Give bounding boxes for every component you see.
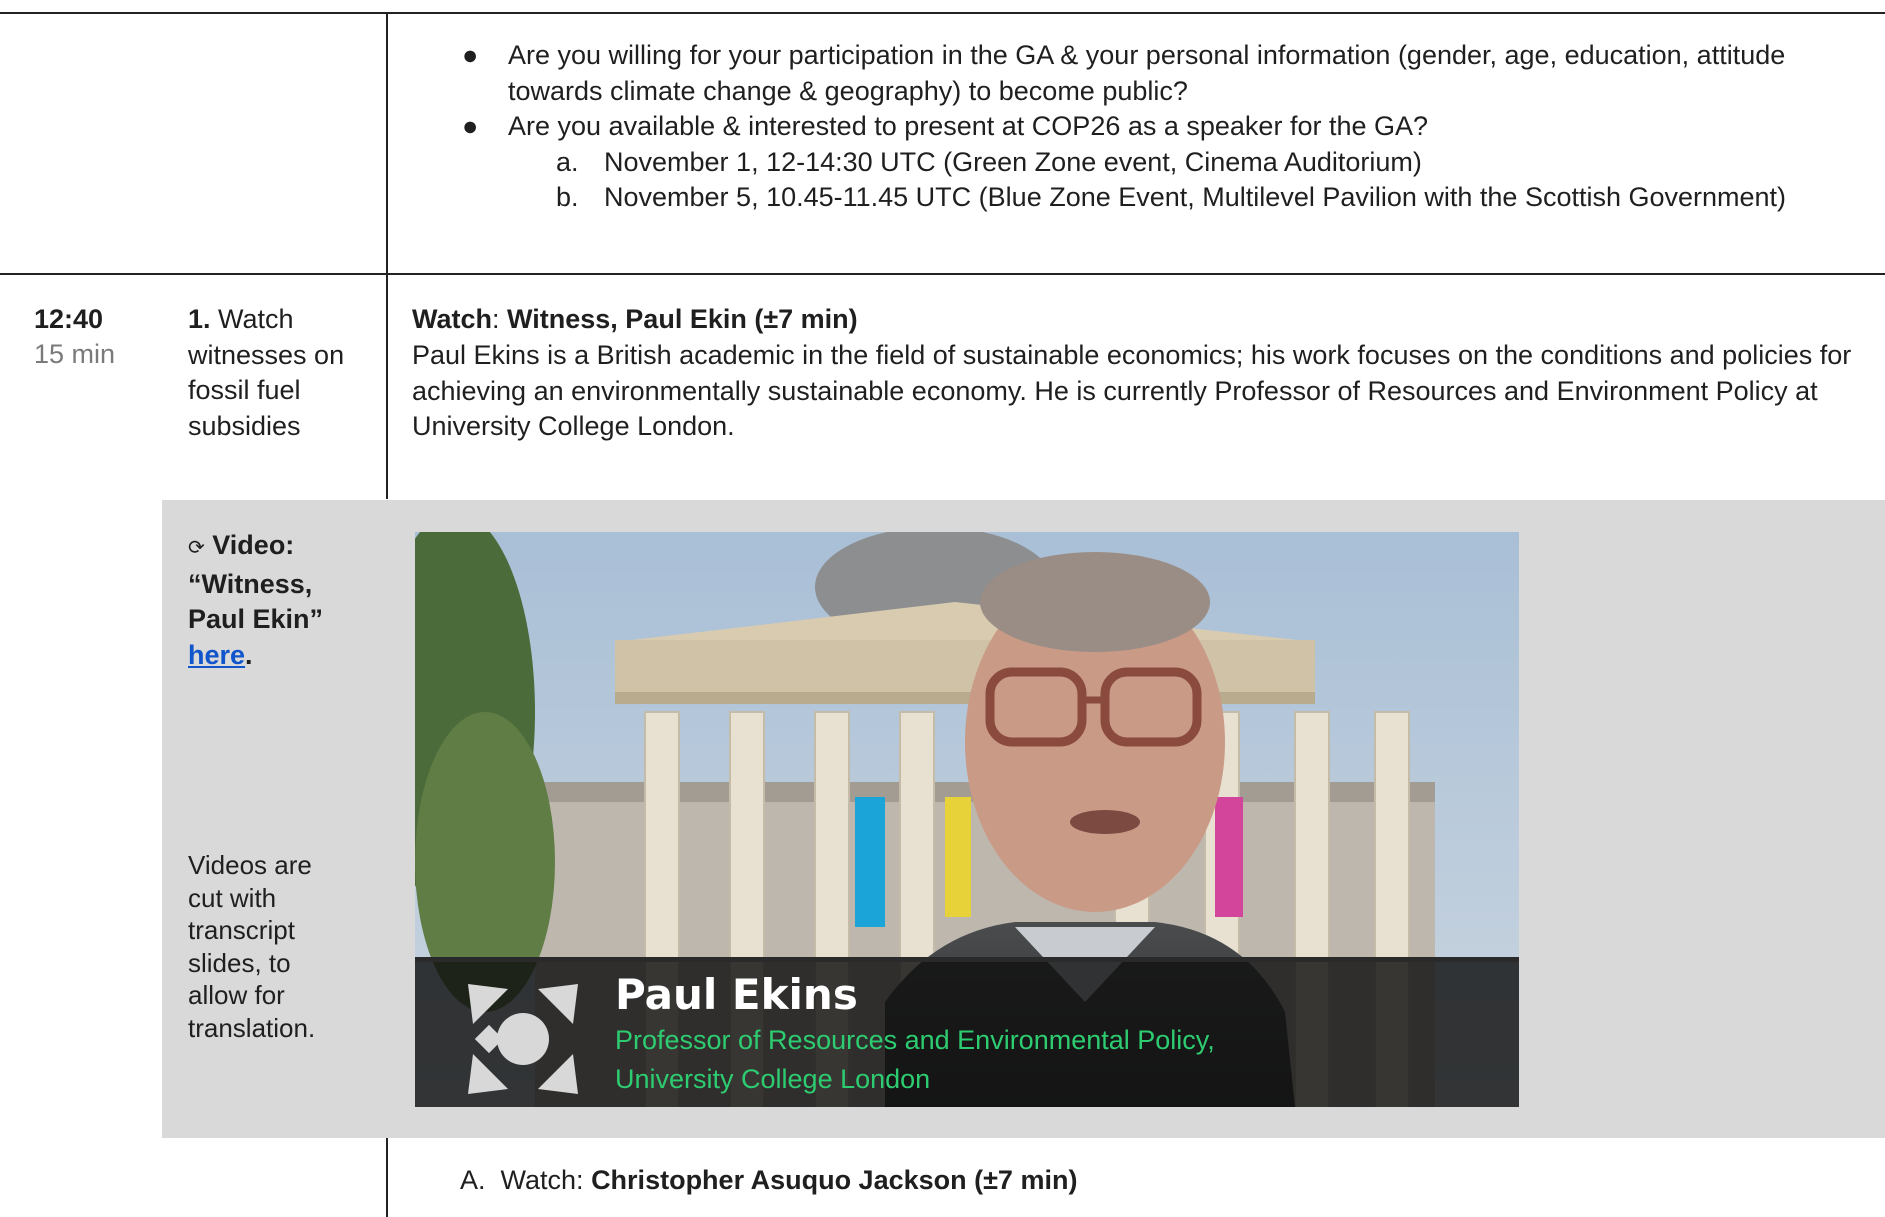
session-duration: 15 min xyxy=(34,339,116,369)
sub-item: b. November 5, 10.45-11.45 UTC (Blue Zone… xyxy=(556,182,1787,212)
bullet-item: ● Are you willing for your participation … xyxy=(462,40,1786,106)
watch-heading: Watch: Witness, Paul Ekin (±7 min) xyxy=(412,304,858,334)
bullet-item: ● Are you available & interested to prese… xyxy=(462,109,1792,216)
sub-item: a. November 1, 12-14:30 UTC (Green Zone e… xyxy=(556,146,1422,177)
video-scene xyxy=(415,532,1519,1107)
video-link[interactable]: here xyxy=(188,640,245,670)
session-time: 12:40 xyxy=(34,304,104,334)
event-options-list: a. November 1, 12-14:30 UTC (Green Zone e… xyxy=(508,145,1792,216)
column-divider-top xyxy=(386,12,388,499)
lower-third-title: Professor of Resources and Environmental… xyxy=(615,1025,1215,1055)
table-row-rule xyxy=(0,273,1885,275)
consent-question-list: ● Are you willing for your participation … xyxy=(462,38,1792,216)
video-note: Videos are cut with transcript slides, t… xyxy=(188,850,316,1043)
table-top-rule xyxy=(0,12,1885,14)
refresh-icon: ⟳ xyxy=(188,537,205,559)
witness-description: Paul Ekins is a British academic in the … xyxy=(412,340,1852,441)
video-thumbnail[interactable]: Paul Ekins Professor of Resources and En… xyxy=(415,532,1519,1107)
next-watch-item: A. Watch: Christopher Asuquo Jackson (±7… xyxy=(460,1165,1078,1195)
lower-third-affiliation: University College London xyxy=(615,1064,931,1094)
step-number: 1. xyxy=(188,304,211,334)
video-label: ⟳ Video: “Witness, Paul Ekin” here. xyxy=(188,530,324,670)
column-divider-bottom xyxy=(386,1138,388,1217)
lower-third-name: Paul Ekins xyxy=(615,970,858,1019)
step-description: 1. Watch witnesses on fossil fuel subsid… xyxy=(188,304,345,441)
